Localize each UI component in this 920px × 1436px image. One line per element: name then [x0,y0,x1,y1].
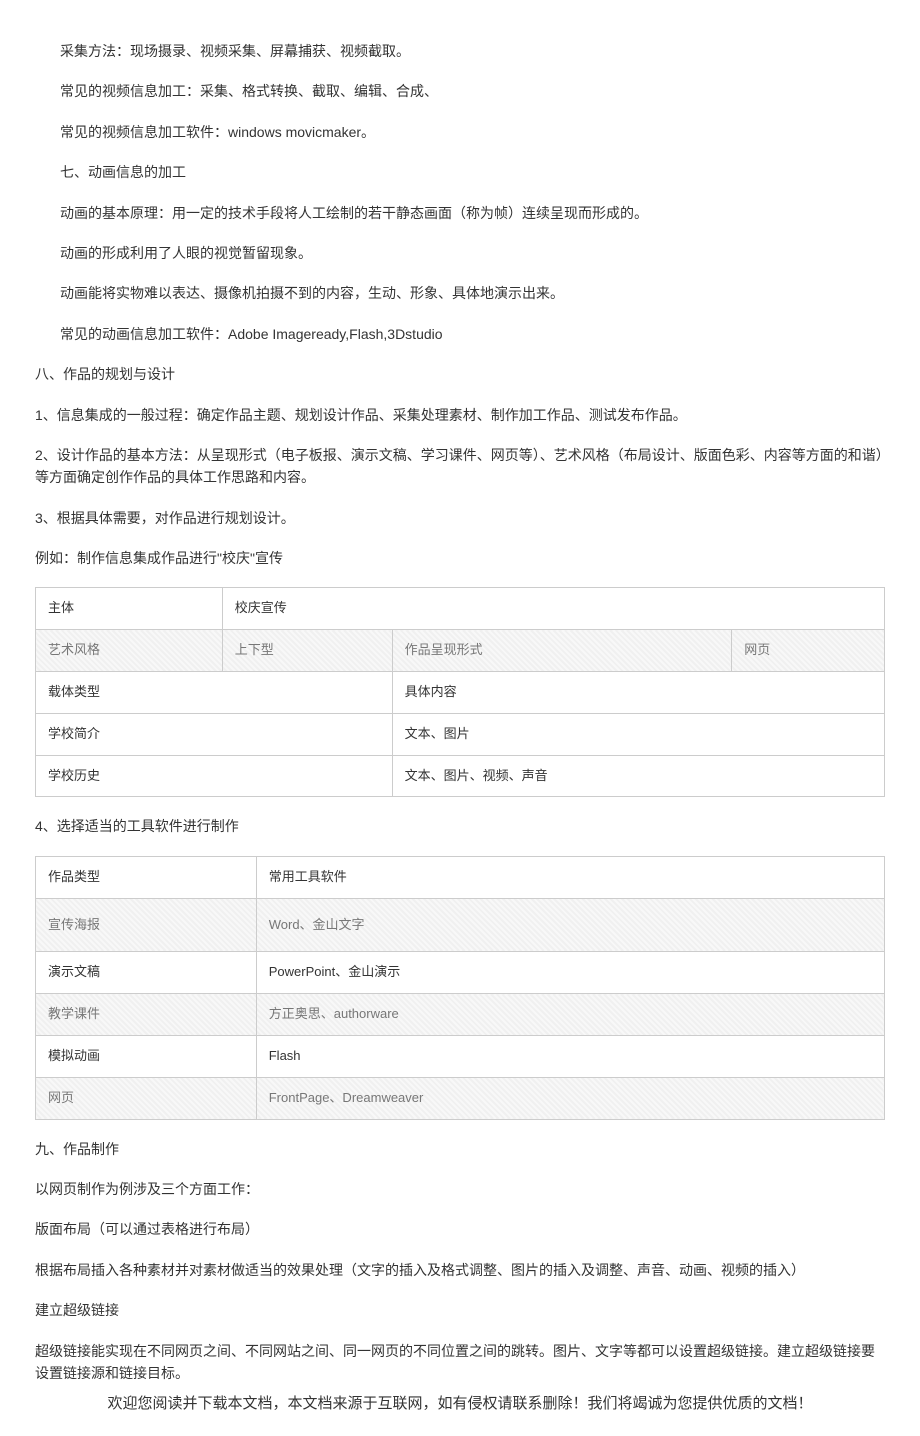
paragraph: 超级链接能实现在不同网页之间、不同网站之间、同一网页的不同位置之间的跳转。图片、… [35,1340,885,1385]
cell: 上下型 [222,630,392,672]
table-row: 艺术风格 上下型 作品呈现形式 网页 [36,630,885,672]
table-row: 宣传海报 Word、金山文字 [36,898,885,952]
paragraph: 根据布局插入各种素材并对素材做适当的效果处理（文字的插入及格式调整、图片的插入及… [35,1259,885,1281]
cell: 学校简介 [36,713,393,755]
table-row: 学校历史 文本、图片、视频、声音 [36,755,885,797]
paragraph: 例如：制作信息集成作品进行"校庆"宣传 [35,547,885,569]
paragraph: 建立超级链接 [35,1299,885,1321]
paragraph: 采集方法：现场摄录、视频采集、屏幕捕获、视频截取。 [60,40,885,62]
cell: 文本、图片 [392,713,884,755]
footer-notice: 欢迎您阅读并下载本文档，本文档来源于互联网，如有侵权请联系删除！我们将竭诚为您提… [35,1392,885,1416]
table-row: 演示文稿 PowerPoint、金山演示 [36,952,885,994]
cell: PowerPoint、金山演示 [256,952,884,994]
paragraph: 常见的视频信息加工：采集、格式转换、截取、编辑、合成、 [60,80,885,102]
paragraph: 动画能将实物难以表达、摄像机拍摄不到的内容，生动、形象、具体地演示出来。 [60,282,885,304]
cell: 载体类型 [36,672,393,714]
paragraph: 动画的形成利用了人眼的视觉暂留现象。 [60,242,885,264]
cell: Word、金山文字 [256,898,884,952]
cell: 具体内容 [392,672,884,714]
paragraph: 1、信息集成的一般过程：确定作品主题、规划设计作品、采集处理素材、制作加工作品、… [35,404,885,426]
paragraph: 常见的视频信息加工软件：windows movicmaker。 [60,121,885,143]
paragraph: 2、设计作品的基本方法：从呈现形式（电子板报、演示文稿、学习课件、网页等）、艺术… [35,444,885,489]
table-row: 作品类型 常用工具软件 [36,856,885,898]
cell: FrontPage、Dreamweaver [256,1077,884,1119]
planning-table: 主体 校庆宣传 艺术风格 上下型 作品呈现形式 网页 载体类型 具体内容 学校简… [35,587,885,797]
cell: 宣传海报 [36,898,257,952]
paragraph: 以网页制作为例涉及三个方面工作： [35,1178,885,1200]
cell: 校庆宣传 [222,588,884,630]
cell: 学校历史 [36,755,393,797]
tools-table: 作品类型 常用工具软件 宣传海报 Word、金山文字 演示文稿 PowerPoi… [35,856,885,1120]
cell: 网页 [732,630,885,672]
paragraph: 4、选择适当的工具软件进行制作 [35,815,885,837]
cell: 作品呈现形式 [392,630,732,672]
cell: 文本、图片、视频、声音 [392,755,884,797]
paragraph: 版面布局（可以通过表格进行布局） [35,1218,885,1240]
paragraph: 常见的动画信息加工软件：Adobe Imageready,Flash,3Dstu… [60,323,885,345]
cell: 网页 [36,1077,257,1119]
table-row: 学校简介 文本、图片 [36,713,885,755]
indented-section: 采集方法：现场摄录、视频采集、屏幕捕获、视频截取。 常见的视频信息加工：采集、格… [35,40,885,345]
table-row: 教学课件 方正奥思、authorware [36,994,885,1036]
cell: 演示文稿 [36,952,257,994]
cell: Flash [256,1036,884,1078]
cell: 作品类型 [36,856,257,898]
paragraph: 3、根据具体需要，对作品进行规划设计。 [35,507,885,529]
cell: 方正奥思、authorware [256,994,884,1036]
cell: 教学课件 [36,994,257,1036]
table-row: 模拟动画 Flash [36,1036,885,1078]
heading-9: 九、作品制作 [35,1138,885,1160]
heading-8: 八、作品的规划与设计 [35,363,885,385]
cell: 模拟动画 [36,1036,257,1078]
paragraph: 七、动画信息的加工 [60,161,885,183]
cell: 艺术风格 [36,630,223,672]
cell: 常用工具软件 [256,856,884,898]
table-row: 网页 FrontPage、Dreamweaver [36,1077,885,1119]
paragraph: 动画的基本原理：用一定的技术手段将人工绘制的若干静态画面（称为帧）连续呈现而形成… [60,202,885,224]
table-row: 主体 校庆宣传 [36,588,885,630]
cell: 主体 [36,588,223,630]
table-row: 载体类型 具体内容 [36,672,885,714]
